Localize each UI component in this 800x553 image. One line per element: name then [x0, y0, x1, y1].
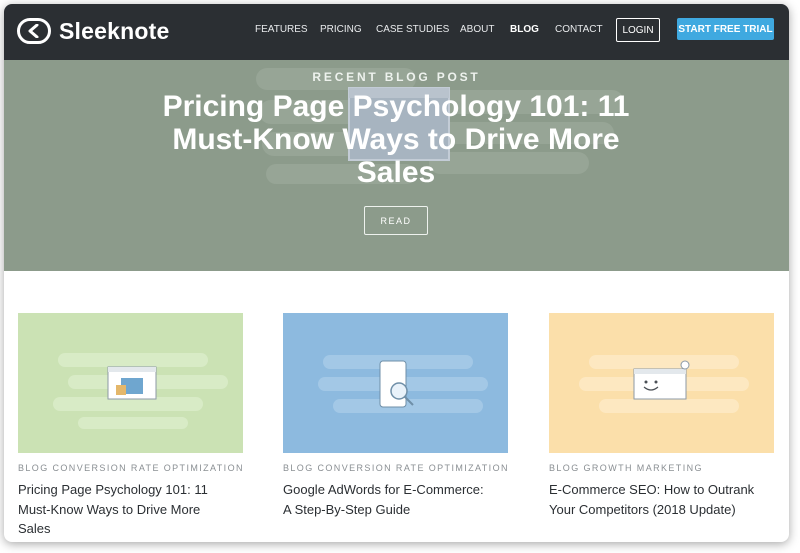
smiling-browser-window-icon — [579, 355, 749, 413]
hero-banner: RECENT BLOG POST Pricing Page Psychology… — [4, 60, 789, 271]
nav-item-contact[interactable]: CONTACT — [555, 24, 603, 35]
read-button[interactable]: READ — [364, 206, 428, 235]
post-card-image[interactable] — [549, 313, 774, 453]
hero-kicker: RECENT BLOG POST — [312, 70, 481, 84]
post-tags[interactable]: BLOG GROWTH MARKETING — [549, 463, 774, 473]
nav-item-about[interactable]: ABOUT — [460, 24, 494, 35]
post-title[interactable]: Pricing Page Psychology 101: 11 Must-Kno… — [18, 480, 228, 539]
post-card[interactable]: BLOG GROWTH MARKETING E-Commerce SEO: Ho… — [549, 313, 774, 519]
phone-magnifier-icon — [318, 355, 488, 413]
post-title[interactable]: Google AdWords for E-Commerce: A Step-By… — [283, 480, 493, 519]
nav-item-features[interactable]: FEATURES — [255, 24, 308, 35]
nav-item-pricing[interactable]: PRICING — [320, 24, 362, 35]
browser-window: Sleeknote FEATURES PRICING CASE STUDIES … — [4, 4, 789, 542]
hero-title[interactable]: Pricing Page Psychology 101: 11 Must-Kno… — [146, 90, 646, 189]
post-tags[interactable]: BLOG CONVERSION RATE OPTIMIZATION — [18, 463, 243, 473]
browser-window-wallet-icon — [53, 353, 228, 429]
sleeknote-logo-icon — [17, 18, 51, 44]
login-button[interactable]: LOGIN — [616, 18, 660, 42]
top-navigation: Sleeknote FEATURES PRICING CASE STUDIES … — [4, 4, 789, 60]
post-card-image[interactable] — [283, 313, 508, 453]
post-card-image[interactable] — [18, 313, 243, 453]
post-card[interactable]: BLOG CONVERSION RATE OPTIMIZATION Google… — [283, 313, 508, 519]
post-tags[interactable]: BLOG CONVERSION RATE OPTIMIZATION — [283, 463, 508, 473]
nav-item-case-studies[interactable]: CASE STUDIES — [376, 24, 449, 35]
logo-text: Sleeknote — [59, 17, 170, 44]
post-card[interactable]: BLOG CONVERSION RATE OPTIMIZATION Pricin… — [18, 313, 243, 539]
start-free-trial-button[interactable]: START FREE TRIAL — [677, 18, 774, 40]
nav-item-blog[interactable]: BLOG — [510, 24, 539, 35]
post-title[interactable]: E-Commerce SEO: How to Outrank Your Comp… — [549, 480, 759, 519]
logo[interactable]: Sleeknote — [17, 16, 169, 46]
